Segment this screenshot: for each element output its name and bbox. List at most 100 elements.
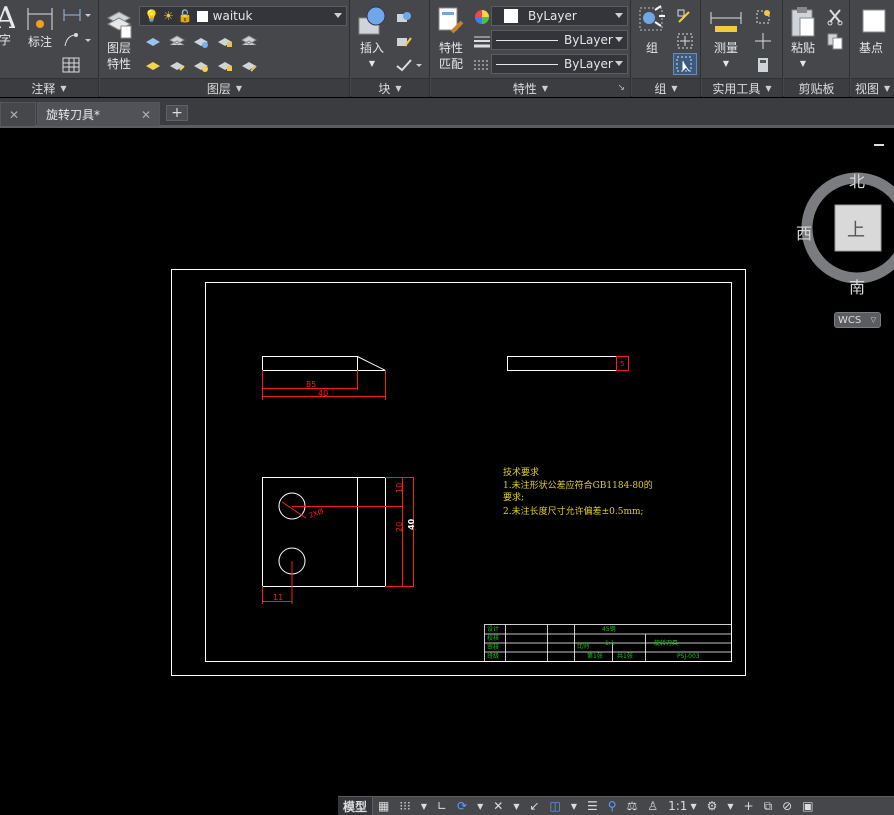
block-attr-icon[interactable] [395,56,425,74]
compass-south[interactable]: 南 [849,274,865,298]
panel-layers-footer[interactable]: 图层 ▼ [100,78,349,97]
object-snap-caret-icon[interactable]: ▼ [566,797,582,815]
isolate-objects-icon[interactable]: ⧉ [759,797,778,815]
previous-tab-close-icon[interactable]: ✕ [9,108,19,122]
isodraft-caret-icon[interactable]: ▼ [508,797,524,815]
dim-hole-label: 2XØ [308,507,325,520]
lineweight-toggle-icon[interactable]: ☰ [582,797,603,815]
ortho-icon[interactable]: ∟ [432,797,452,815]
previous-tab[interactable]: ✕ [0,102,36,126]
view-cube-face-top[interactable]: 上 [847,216,865,242]
layer-tool-3-icon[interactable] [192,32,210,50]
annotation-visibility-icon[interactable]: ⚲ [603,797,622,815]
active-tab-close-icon[interactable]: ✕ [141,108,151,122]
linetype-icon[interactable] [473,32,491,50]
group-select-icon [676,56,692,72]
ucs-menu[interactable]: WCS ▽ [834,312,881,328]
copy-icon[interactable] [826,32,844,50]
top-view [262,477,386,587]
panel-utilities-footer[interactable]: 实用工具 ▼ [702,78,782,97]
edit-block-icon[interactable] [395,32,413,50]
polar-caret-icon[interactable]: ▼ [472,797,488,815]
ungroup-icon[interactable] [676,8,694,26]
measure-icon [710,12,742,32]
compass-north[interactable]: 北 [849,168,865,192]
drawing-canvas[interactable]: 85 40 5 10 20 40 11 2XØ 技术要求 1.未注形状公差应符合… [0,131,894,796]
create-block-icon[interactable] [395,8,413,26]
viewport-minimize-icon[interactable] [874,144,884,146]
color-dropdown[interactable]: ByLayer [491,6,628,26]
layer-tool-4-icon[interactable] [216,32,234,50]
table-icon[interactable] [62,56,80,74]
file-tab-bar: ✕ 旋转刀具* ✕ + [0,98,894,128]
annotation-autoscale-icon[interactable]: ⚖ [622,797,643,815]
properties-launcher-icon[interactable]: ↘ [617,83,625,93]
layer-tool-9-icon[interactable] [216,56,234,74]
panel-groups-footer[interactable]: 组 ▼ [632,78,700,97]
linetype-caret-icon [615,37,623,42]
calculator-icon[interactable] [754,56,772,74]
group-edit-icon[interactable] [676,32,694,50]
color-wheel-icon[interactable] [473,8,491,26]
workspace-caret-icon[interactable]: ▼ [722,797,738,815]
model-space-button[interactable]: 模型 [338,796,374,815]
annotation-scale-value[interactable]: 1:1 ▼ [663,797,701,815]
linear-dim-icon[interactable] [62,6,92,24]
top-view-dimensions [262,477,414,604]
text-button[interactable]: A 字 [0,2,16,48]
panel-properties-footer[interactable]: 特性 ▼ ↘ [431,78,630,97]
polar-icon[interactable]: ⟳ [452,797,472,815]
match-properties-button[interactable]: 特性 匹配 [435,4,467,72]
view-cube[interactable]: 北 西 南 上 WCS ▽ [790,160,894,335]
svg-text:1:1: 1:1 [605,640,615,647]
layer-tool-6-icon[interactable] [144,56,162,74]
panel-view-footer[interactable]: 视图 ▼ [851,78,894,97]
panel-block-footer[interactable]: 块 ▼ [351,78,429,97]
group-button[interactable]: 组 [636,4,668,56]
clean-screen-icon[interactable]: ▣ [797,797,818,815]
compass-west[interactable]: 西 [796,220,812,244]
linetype-dropdown[interactable]: ByLayer [491,30,628,50]
notes-line-2: 要求; [503,491,524,503]
isodraft-icon[interactable]: ✕ [488,797,508,815]
layer-tool-8-icon[interactable] [192,56,210,74]
customize-plus-icon[interactable]: + [739,797,759,815]
object-snap-icon[interactable]: ◫ [545,797,566,815]
layer-tool-7-icon[interactable] [168,56,186,74]
quick-select-icon[interactable] [754,8,772,26]
lineweight-icon[interactable] [473,56,491,74]
object-snap-tracking-icon[interactable]: ↙ [524,797,544,815]
sheet-outer-border [171,269,746,676]
layer-tool-1-icon[interactable] [144,32,162,50]
dim-5-label: 5 [620,360,624,368]
cut-icon[interactable] [826,8,844,26]
layer-properties-button[interactable]: 图层 特性 [104,4,134,72]
panel-layers: 图层 特性 💡 ☀ 🔓 waituk 图层 ▼ [100,0,350,97]
snap-icon[interactable]: ⁝⁝⁝ [394,797,415,815]
panel-annotate-footer[interactable]: 注释 ▼ [0,78,98,97]
measure-button[interactable]: 测量 ▼ [706,4,746,72]
new-tab-button[interactable]: + [166,105,188,121]
group-select-toggle[interactable] [673,53,697,75]
grid-icon[interactable]: ▦ [373,797,394,815]
insert-button[interactable]: 插入 ▼ [355,4,389,72]
hardware-acceleration-icon[interactable]: ⊘ [777,797,797,815]
workspace-gear-icon[interactable]: ⚙ [702,797,723,815]
id-point-icon[interactable] [754,32,772,50]
svg-text:共1张: 共1张 [617,652,633,660]
layer-tool-5-icon[interactable] [240,32,258,50]
snap-caret-icon[interactable]: ▼ [416,797,432,815]
leader-icon[interactable] [62,31,92,49]
text-icon: A [0,2,15,32]
base-view-button[interactable]: 基点 [859,4,894,56]
paste-button[interactable]: 粘贴 ▼ [786,4,820,72]
layer-tool-10-icon[interactable] [240,56,258,74]
layer-dropdown[interactable]: 💡 ☀ 🔓 waituk [139,6,347,26]
annotation-scale-icon[interactable]: ♙ [642,797,663,815]
lineweight-dropdown[interactable]: ByLayer [491,54,628,74]
layer-tool-2-icon[interactable] [168,32,186,50]
dimension-button[interactable]: 标注 [24,4,56,50]
tab-active-drawing[interactable]: 旋转刀具* ✕ [37,102,160,126]
dim-40-top-label: 40 [318,389,328,398]
panel-clipboard-footer[interactable]: 剪贴板 [784,78,849,97]
